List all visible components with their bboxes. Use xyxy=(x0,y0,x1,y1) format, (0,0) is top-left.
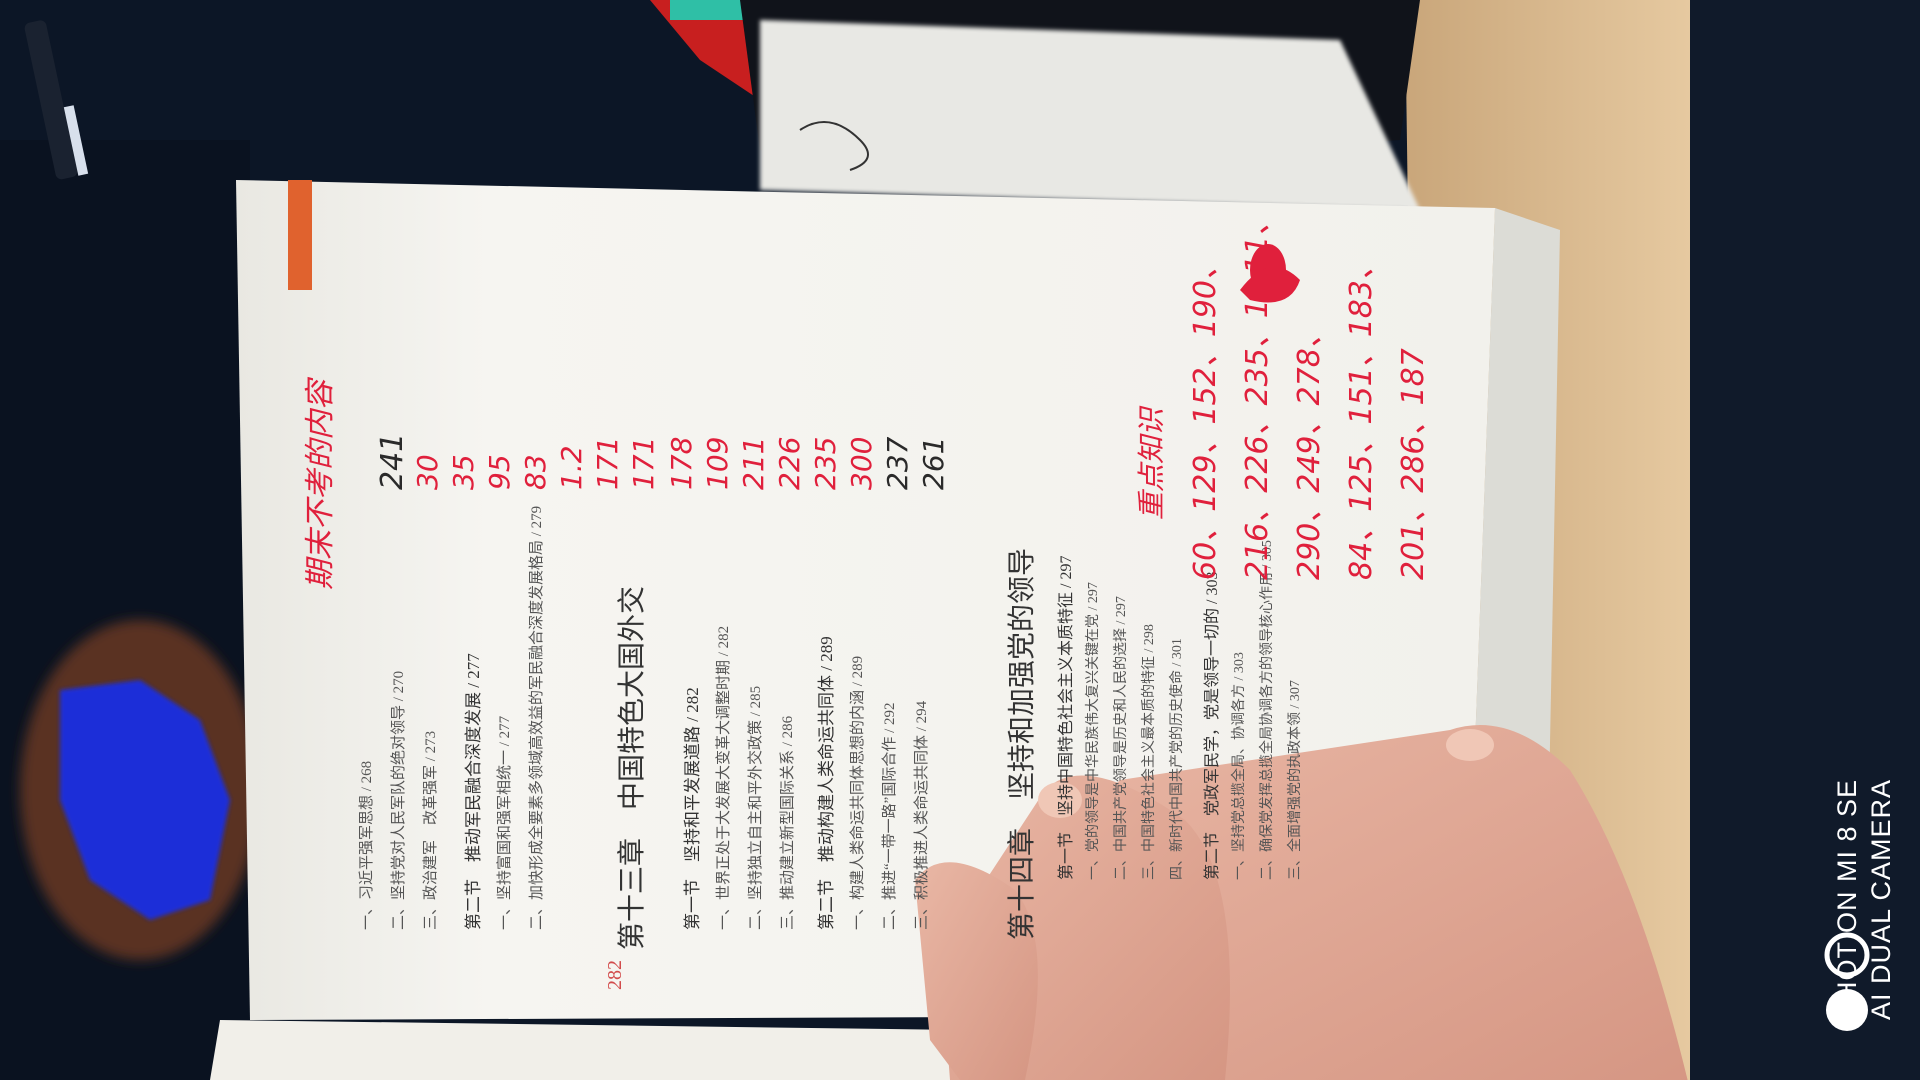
orange-tab xyxy=(288,180,312,290)
white-paper-under xyxy=(760,20,1420,210)
page-edge-lower xyxy=(210,1020,990,1080)
watermark-line-1: SHOT ON MI 8 SE xyxy=(1832,778,1862,1020)
watermark-line-2: AI DUAL CAMERA xyxy=(1866,778,1896,1020)
photo-scene xyxy=(0,0,1920,1080)
camera-watermark: SHOT ON MI 8 SE AI DUAL CAMERA xyxy=(1830,560,1910,1020)
